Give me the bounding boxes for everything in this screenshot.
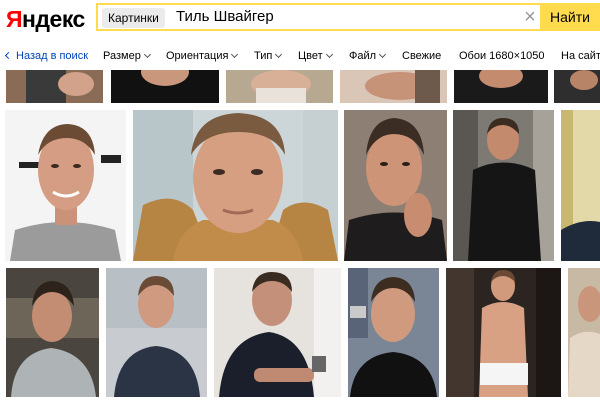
image-thumbnail[interactable] [214,268,341,397]
filter-orientation[interactable]: Ориентация [166,50,239,62]
image-thumbnail[interactable] [561,110,600,261]
filter-size[interactable]: Размер [103,50,151,62]
filter-type[interactable]: Тип [254,50,283,62]
image-thumbnail[interactable] [453,110,554,261]
image-thumbnail[interactable] [446,268,561,397]
back-to-search-link[interactable]: Назад в поиск [4,50,88,62]
header: Яндекс Картинки Тиль Швайгер × Найти [0,0,600,42]
image-thumbnail[interactable] [568,268,600,397]
image-thumbnail[interactable] [111,70,219,103]
filter-wallpaper[interactable]: Обои 1680×1050 [459,50,545,62]
yandex-logo[interactable]: Яндекс [6,6,85,33]
image-thumbnail[interactable] [5,110,126,261]
image-thumbnail[interactable] [106,268,207,397]
image-thumbnail[interactable] [133,110,338,261]
filter-fresh[interactable]: Свежие [402,50,441,62]
image-thumbnail[interactable] [226,70,333,103]
filter-on-site[interactable]: На сайт [561,50,600,62]
chevron-down-icon [379,50,387,59]
image-thumbnail[interactable] [6,268,99,397]
filter-file[interactable]: Файл [349,50,387,62]
chevron-down-icon [143,50,151,59]
chevron-down-icon [231,50,239,59]
clear-icon[interactable]: × [520,7,540,27]
service-chip-images[interactable]: Картинки [102,8,165,28]
chevron-left-icon [4,51,13,60]
image-thumbnail[interactable] [348,268,439,397]
image-thumbnail[interactable] [6,70,103,103]
search-box[interactable]: Картинки Тиль Швайгер × Найти [96,3,600,31]
image-thumbnail[interactable] [554,70,600,103]
image-thumbnail[interactable] [344,110,447,261]
image-thumbnail[interactable] [454,70,548,103]
filter-bar: Назад в поиск Размер Ориентация Тип Цвет… [0,42,600,70]
chevron-down-icon [275,50,283,59]
search-input[interactable]: Тиль Швайгер [176,5,274,29]
chevron-down-icon [325,50,333,59]
search-button[interactable]: Найти [540,3,600,31]
filter-color[interactable]: Цвет [298,50,333,62]
image-thumbnail[interactable] [340,70,447,103]
